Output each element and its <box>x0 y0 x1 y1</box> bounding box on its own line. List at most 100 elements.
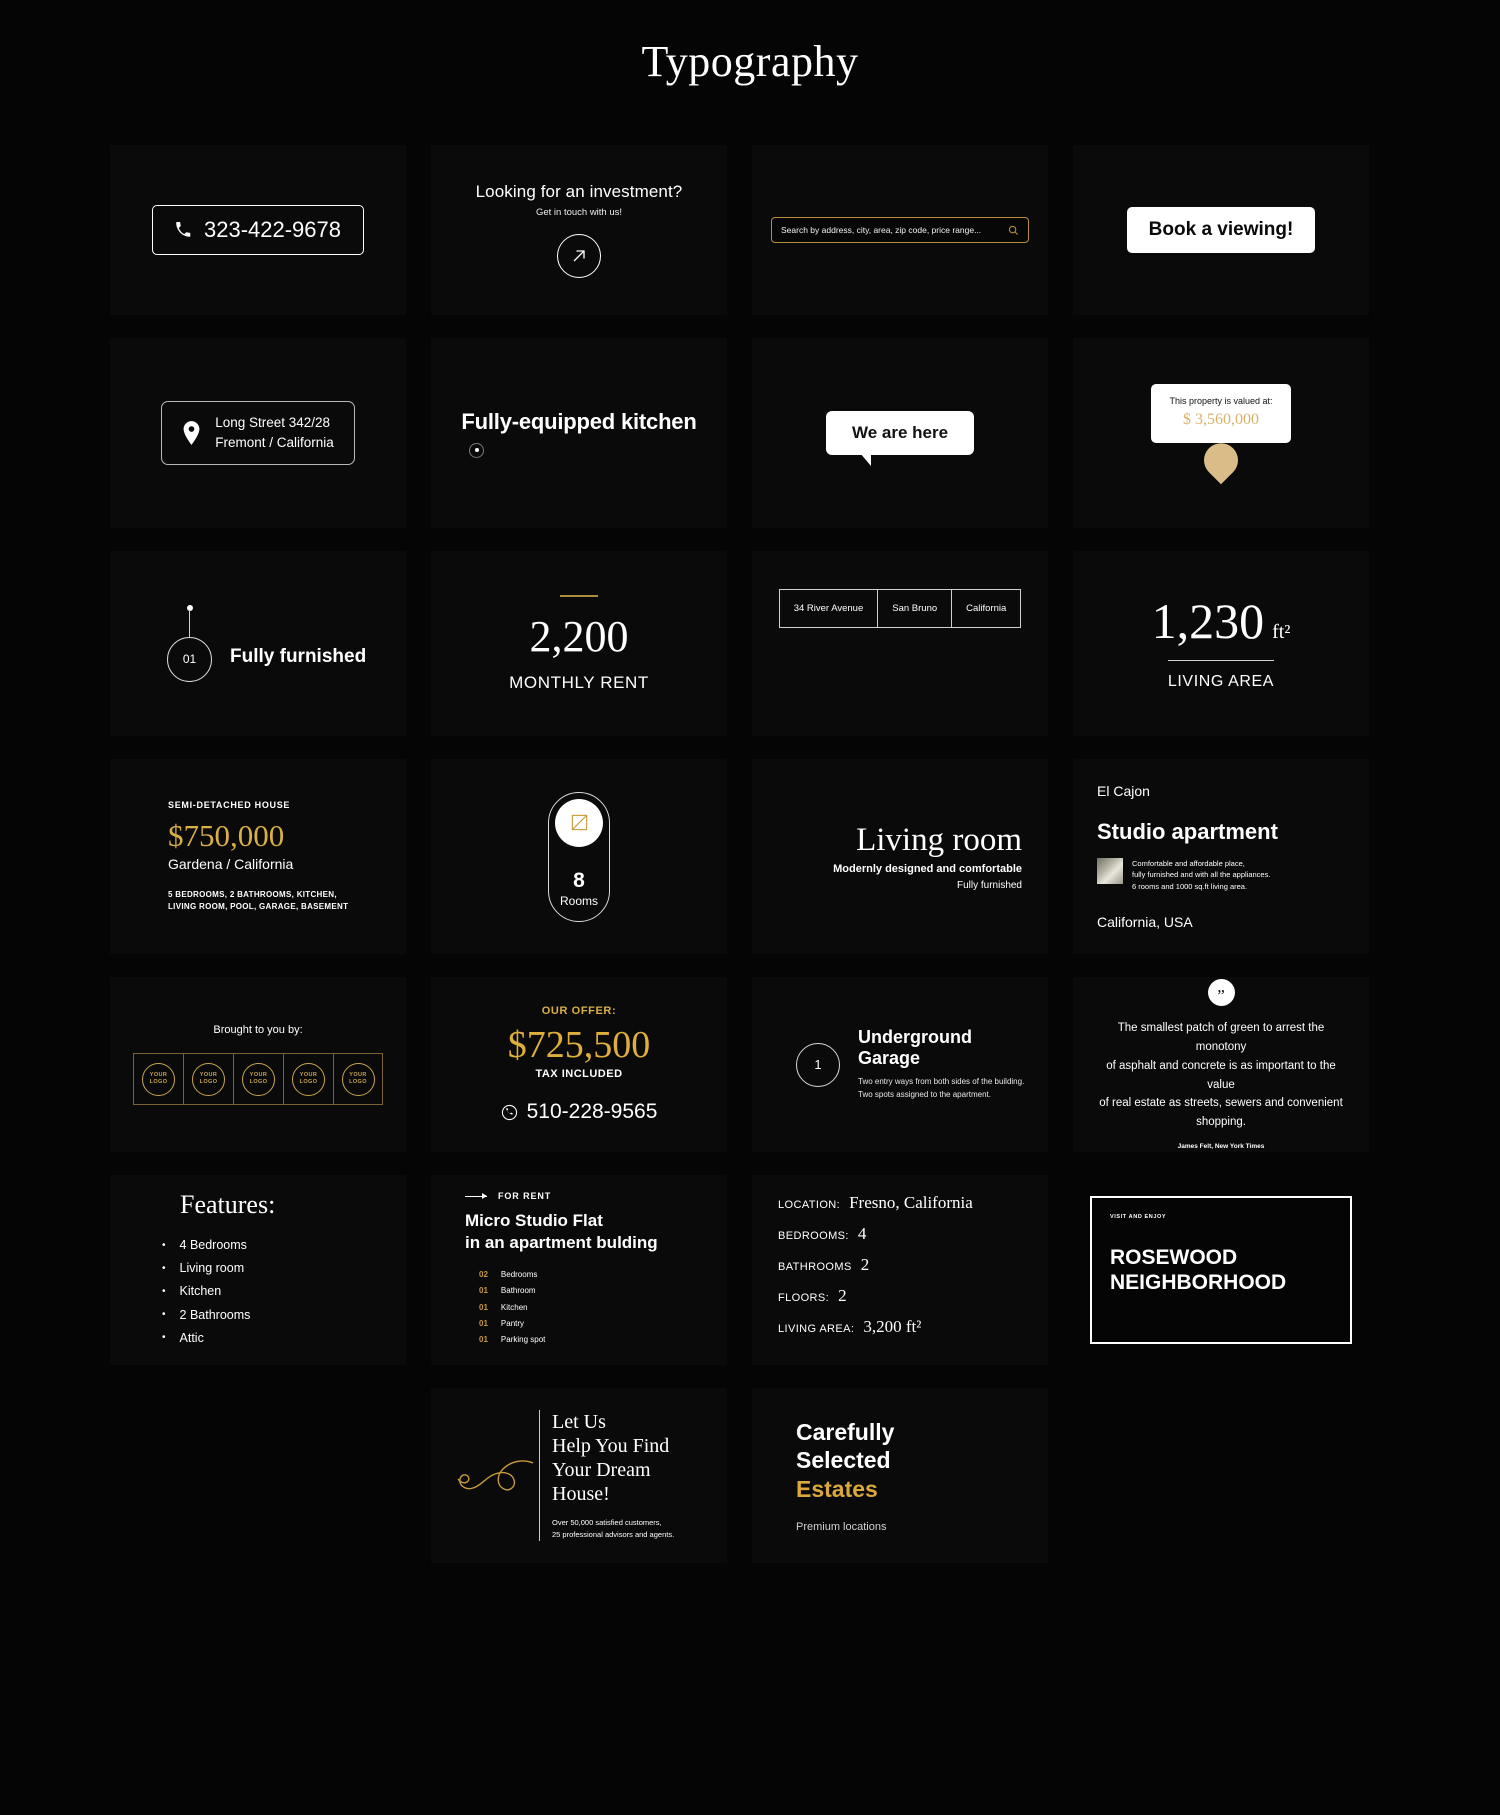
arrow-up-right-icon[interactable] <box>557 234 601 278</box>
card-partner-logos: Brought to you by: YOUR LOGO YOUR LOGO YOU… <box>110 977 406 1152</box>
spec-row: FLOORS: 2 <box>778 1286 847 1306</box>
map-pin-icon <box>182 421 201 445</box>
living-area-unit: ft² <box>1272 621 1291 643</box>
list-item: 4 Bedrooms <box>162 1234 250 1257</box>
spec-key: FLOORS: <box>778 1291 830 1304</box>
features-title: Features: <box>180 1190 276 1220</box>
list-item: 01 Pantry <box>479 1316 545 1332</box>
gold-rule <box>560 594 598 597</box>
arrow-right-icon <box>465 1192 487 1199</box>
studio-city: El Cajon <box>1097 782 1150 799</box>
search-field-wrapper[interactable] <box>771 217 1029 243</box>
micro-row-num: 02 <box>479 1269 488 1279</box>
living-room-sub-2: Fully furnished <box>956 880 1022 891</box>
spec-row: LIVING AREA: 3,200 ft² <box>778 1317 921 1337</box>
studio-desc-line-2: fully furnished and with all the applian… <box>1132 870 1271 880</box>
book-a-viewing-button[interactable]: Book a viewing! <box>1126 207 1316 253</box>
table-cell-street: 34 River Avenue <box>780 590 879 627</box>
partner-logo-icon: YOUR LOGO <box>192 1062 225 1096</box>
phone-icon <box>175 222 191 238</box>
list-item: 01 Bathroom <box>479 1283 545 1299</box>
spec-key: BEDROOMS: <box>778 1229 849 1242</box>
search-icon[interactable] <box>1008 225 1019 236</box>
table-cell-city: San Bruno <box>878 590 953 627</box>
logo-cell[interactable]: YOUR LOGO <box>233 1053 283 1105</box>
dream-line-2: Help You Find <box>552 1435 670 1457</box>
rooms-count: 8 <box>573 868 585 892</box>
micro-row-num: 01 <box>479 1286 488 1296</box>
valuation-tooltip: This property is valued at: $ 3,560,000 <box>1151 383 1291 443</box>
card-features: Features: 4 Bedrooms Living room Kitchen… <box>110 1175 406 1365</box>
micro-row-label: Pantry <box>500 1318 525 1328</box>
investment-subtitle: Get in touch with us! <box>535 207 623 218</box>
dream-line-3: Your Dream House! <box>552 1459 651 1505</box>
partner-logo-icon: YOUR LOGO <box>242 1062 275 1096</box>
carefully-line-1: Carefully <box>796 1419 895 1446</box>
spec-value: Fresno, California <box>849 1192 973 1212</box>
logo-cell[interactable]: YOUR LOGO <box>183 1053 233 1105</box>
carefully-subtitle: Premium locations <box>796 1520 887 1533</box>
living-area-label: LIVING AREA <box>1167 660 1275 691</box>
search-input[interactable] <box>781 225 1008 235</box>
address-pill[interactable]: Long Street 342/28 Fremont / California <box>161 401 355 465</box>
card-investment: Looking for an investment? Get in touch … <box>431 145 727 315</box>
micro-row-num: 01 <box>479 1335 488 1345</box>
spec-key: LIVING AREA: <box>778 1322 855 1335</box>
partner-logo-icon: YOUR LOGO <box>341 1062 375 1096</box>
spec-row: BEDROOMS: 4 <box>778 1224 866 1244</box>
offer-label: OUR OFFER: <box>541 1005 617 1017</box>
rosewood-frame: VISIT AND ENJOY ROSEWOOD NEIGHBORHOOD <box>1090 1196 1352 1344</box>
logos-lead-text: Brought to you by: <box>213 1024 303 1036</box>
rooms-capsule: 8 Rooms <box>548 791 610 922</box>
dream-sub-1: Over 50,000 satisfied customers, <box>552 1518 662 1527</box>
spec-value: 4 <box>857 1223 867 1243</box>
card-rooms: 8 Rooms <box>431 759 727 954</box>
listing-location: Gardena / California <box>168 855 294 872</box>
partner-logo-icon: YOUR LOGO <box>292 1062 325 1096</box>
quote-mark-icon: ” <box>1207 978 1235 1006</box>
logo-line-1: YOUR <box>249 1072 268 1079</box>
spec-key: LOCATION: <box>778 1198 841 1211</box>
card-studio-apartment: El Cajon Studio apartment Comfortable an… <box>1073 759 1369 954</box>
investment-title: Looking for an investment? <box>475 182 683 201</box>
logo-line-1: YOUR <box>299 1072 318 1079</box>
logo-line-2: LOGO <box>349 1079 367 1085</box>
living-room-sub-1: Modernly designed and comfortable <box>833 863 1022 875</box>
quote-line-3: of real estate as streets, sewers and co… <box>1099 1097 1343 1129</box>
phone-number-pill[interactable]: 323-422-9678 <box>151 205 364 255</box>
rosewood-kicker: VISIT AND ENJOY <box>1110 1214 1167 1220</box>
micro-studio-kicker: FOR RENT <box>498 1191 552 1202</box>
card-monthly-rent: 2,200 MONTHLY RENT <box>431 551 727 736</box>
micro-row-label: Bedrooms <box>500 1269 538 1279</box>
card-booking: Book a viewing! <box>1073 145 1369 315</box>
card-phone: 323-422-9678 <box>110 145 406 315</box>
logo-cell[interactable]: YOUR LOGO <box>333 1053 383 1105</box>
dream-sub-2: 25 professional advisors and agents. <box>552 1530 675 1539</box>
kitchen-title: Fully-equipped kitchen <box>461 408 697 434</box>
we-are-here-bubble[interactable]: We are here <box>825 411 975 466</box>
address-line-2: Fremont / California <box>215 435 334 450</box>
logo-cell[interactable]: YOUR LOGO <box>133 1053 183 1105</box>
logo-line-2: LOGO <box>149 1079 168 1085</box>
micro-studio-title-2: in an apartment bulding <box>465 1232 658 1252</box>
card-carefully-selected: Carefully Selected Estates Premium locat… <box>752 1388 1048 1563</box>
phone-circle-icon <box>501 1104 518 1121</box>
offer-phone-row[interactable]: 510-228-9565 <box>501 1100 658 1124</box>
feature-label: 4 Bedrooms <box>179 1238 247 1253</box>
card-search <box>752 145 1048 315</box>
dream-line-1: Let Us <box>552 1411 606 1433</box>
card-quote: ” The smallest patch of green to arrest … <box>1073 977 1369 1152</box>
marker-dot-icon <box>187 604 193 611</box>
list-item: 02 Bedrooms <box>479 1267 545 1283</box>
empty-grid-slot <box>1073 1388 1369 1563</box>
page-title: Typography <box>641 37 859 86</box>
phone-number-text: 323-422-9678 <box>203 217 341 242</box>
valuation-label: This property is valued at: <box>1169 395 1273 406</box>
list-item: Kitchen <box>162 1280 250 1303</box>
garage-sub-1: Two entry ways from both sides of the bu… <box>858 1077 1025 1087</box>
typography-card-grid: 323-422-9678 Looking for an investment? … <box>110 87 1390 1563</box>
logo-cell[interactable]: YOUR LOGO <box>283 1053 333 1105</box>
offer-phone-number: 510-228-9565 <box>526 1100 658 1123</box>
listing-kicker: SEMI-DETACHED HOUSE <box>168 799 291 810</box>
quote-line-1: The smallest patch of green to arrest th… <box>1117 1021 1325 1053</box>
